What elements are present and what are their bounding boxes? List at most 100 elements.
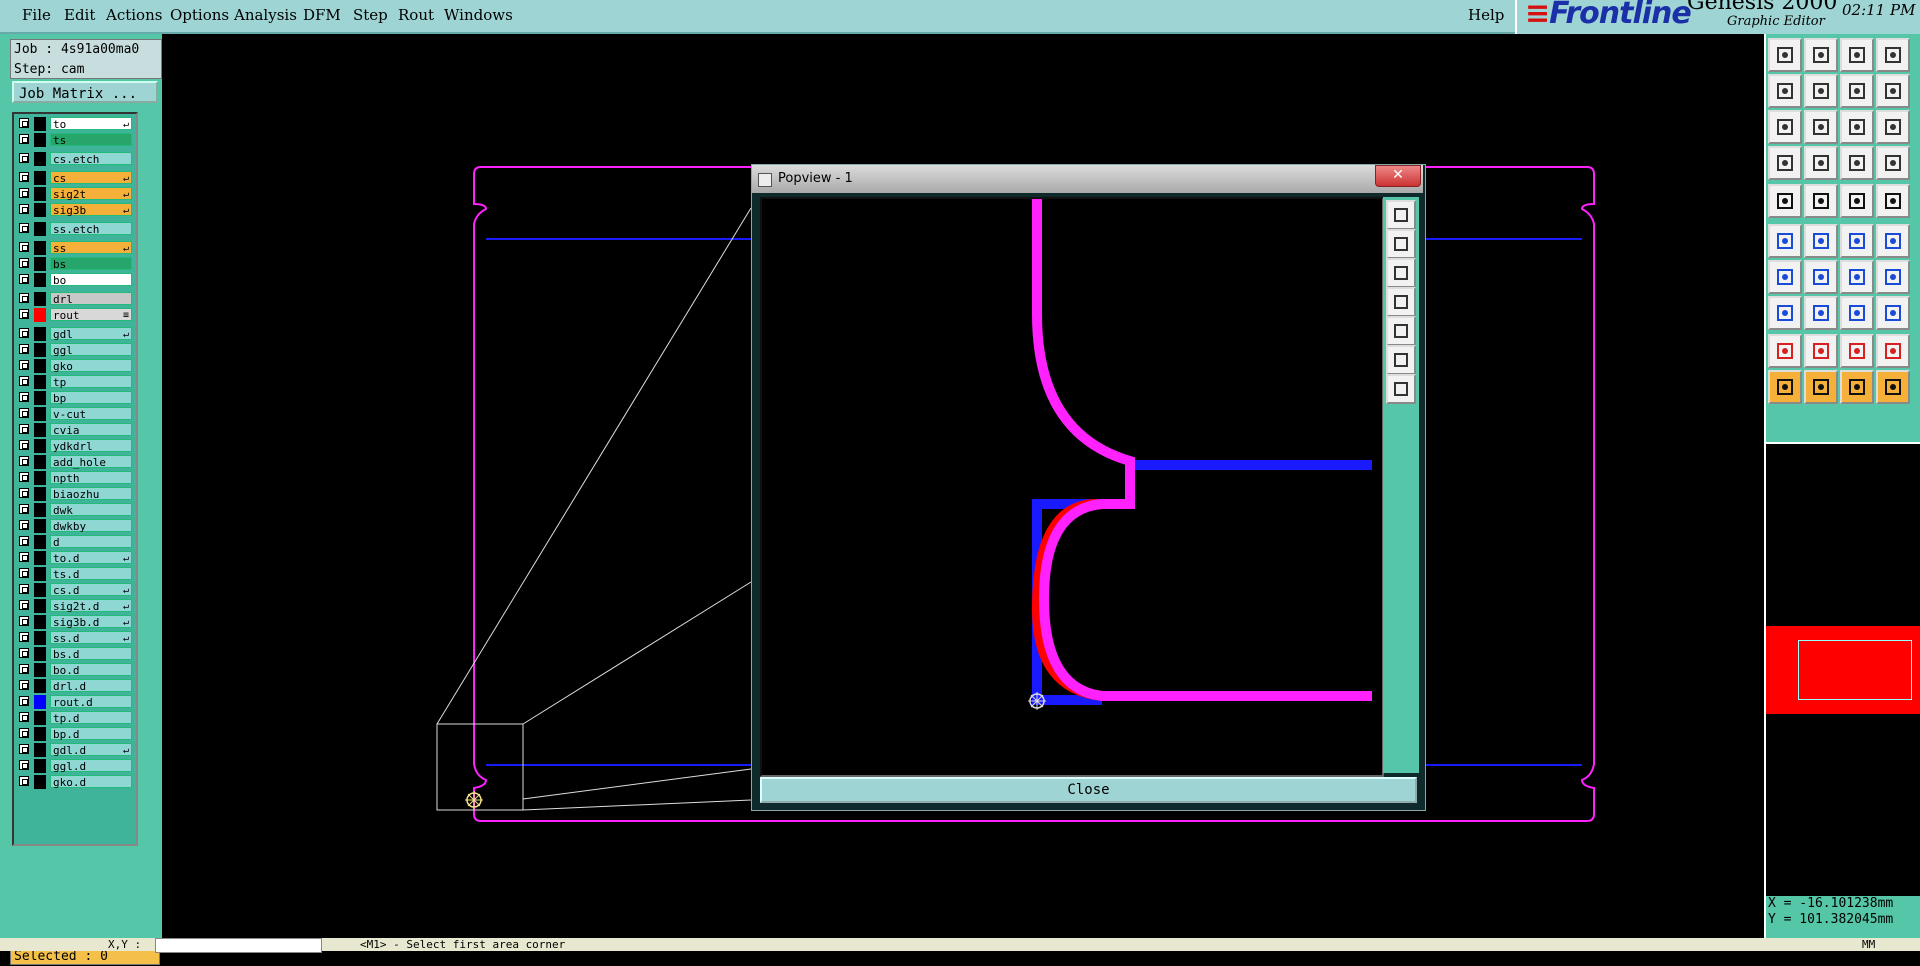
layer-row[interactable]: ydkdrl [16, 439, 134, 453]
layer-checkbox[interactable] [19, 696, 29, 706]
delete-icon[interactable] [1804, 224, 1838, 258]
layer-name[interactable]: sig3b ↵ [50, 203, 132, 217]
layer-name[interactable]: ss.d ↵ [50, 631, 132, 645]
pin-icon[interactable] [1804, 146, 1838, 180]
layer-color-swatch[interactable] [34, 133, 46, 147]
fit-icon[interactable] [1386, 345, 1416, 375]
layer-row[interactable]: ggl [16, 343, 134, 357]
layer-color-swatch[interactable] [34, 273, 46, 287]
layer-row[interactable]: ts.d [16, 567, 134, 581]
layer-row[interactable]: bs.d [16, 647, 134, 661]
layer-color-swatch[interactable] [34, 117, 46, 131]
layer-checkbox[interactable] [19, 600, 29, 610]
open-job-icon[interactable] [1768, 38, 1802, 72]
layer-name[interactable]: drl [50, 292, 132, 306]
help-icon[interactable] [1876, 110, 1910, 144]
layer-name[interactable]: ss.etch [50, 222, 132, 236]
layer-name[interactable]: gko [50, 359, 132, 373]
layer-name[interactable]: dwk [50, 503, 132, 517]
layer-name[interactable]: to.d ↵ [50, 551, 132, 565]
menu-rout[interactable]: Rout [398, 6, 434, 24]
layer-row[interactable]: dwkby [16, 519, 134, 533]
layer-checkbox[interactable] [19, 223, 29, 233]
menu-windows[interactable]: Windows [444, 6, 513, 24]
layer-color-swatch[interactable] [34, 292, 46, 306]
layer-row[interactable]: drl [16, 292, 134, 306]
layer-row[interactable]: ggl.d [16, 759, 134, 773]
layer-checkbox[interactable] [19, 712, 29, 722]
popview-canvas[interactable] [760, 197, 1384, 777]
layer-checkbox[interactable] [19, 424, 29, 434]
layer-row[interactable]: rout.d [16, 695, 134, 709]
grid-icon[interactable] [1840, 146, 1874, 180]
dash-icon[interactable] [1804, 296, 1838, 330]
layer-name[interactable]: bs [50, 257, 132, 271]
layer-name[interactable]: d [50, 535, 132, 549]
layer-row[interactable]: gdl ↵ [16, 327, 134, 341]
layer-name[interactable]: cs.etch [50, 152, 132, 166]
layer-row[interactable]: cs.etch [16, 152, 134, 166]
layer-row[interactable]: bp [16, 391, 134, 405]
layer-checkbox[interactable] [19, 188, 29, 198]
select-alt-icon[interactable] [1804, 370, 1838, 404]
layer-checkbox[interactable] [19, 408, 29, 418]
layer-name[interactable]: sig2t.d ↵ [50, 599, 132, 613]
close-button[interactable]: Close [760, 777, 1417, 803]
menu-options[interactable]: Options [170, 6, 229, 24]
layer-color-swatch[interactable] [34, 775, 46, 789]
layer-name[interactable]: gko.d [50, 775, 132, 789]
layer-checkbox[interactable] [19, 568, 29, 578]
layer-color-swatch[interactable] [34, 519, 46, 533]
move-icon[interactable] [1876, 224, 1910, 258]
layer-row[interactable]: gko.d [16, 775, 134, 789]
layer-color-swatch[interactable] [34, 583, 46, 597]
layer-checkbox[interactable] [19, 680, 29, 690]
layer-checkbox[interactable] [19, 309, 29, 319]
draw-line-icon[interactable] [1768, 260, 1802, 294]
layer-color-swatch[interactable] [34, 599, 46, 613]
circle-icon[interactable] [1876, 184, 1910, 218]
layer-name[interactable]: ss ↵ [50, 241, 132, 255]
layer-color-swatch[interactable] [34, 567, 46, 581]
window-icon[interactable] [1876, 38, 1910, 72]
layer-color-swatch[interactable] [34, 535, 46, 549]
layer-name[interactable]: ggl [50, 343, 132, 357]
layer-color-swatch[interactable] [34, 343, 46, 357]
page-left-icon[interactable] [1386, 287, 1416, 317]
layer-row[interactable]: drl.d [16, 679, 134, 693]
layer-checkbox[interactable] [19, 552, 29, 562]
layer-row[interactable]: rout ≡ [16, 308, 134, 322]
layer-color-swatch[interactable] [34, 327, 46, 341]
layer-checkbox[interactable] [19, 153, 29, 163]
layer-row[interactable]: ss.d ↵ [16, 631, 134, 645]
layer-name[interactable]: drl.d [50, 679, 132, 693]
layer-checkbox[interactable] [19, 664, 29, 674]
zoom-fit-icon[interactable] [1768, 110, 1802, 144]
layer-name[interactable]: ts [50, 133, 132, 147]
layer-name[interactable]: bp [50, 391, 132, 405]
layer-row[interactable]: cs ↵ [16, 171, 134, 185]
layer-color-swatch[interactable] [34, 222, 46, 236]
layer-color-swatch[interactable] [34, 203, 46, 217]
layer-color-swatch[interactable] [34, 257, 46, 271]
layer-color-swatch[interactable] [34, 171, 46, 185]
triangle-mark-icon[interactable] [1876, 334, 1910, 368]
layer-name[interactable]: cs.d ↵ [50, 583, 132, 597]
layer-row[interactable]: sig2t ↵ [16, 187, 134, 201]
draw-arc-icon[interactable] [1804, 260, 1838, 294]
layer-color-swatch[interactable] [34, 615, 46, 629]
menu-analysis[interactable]: Analysis [234, 6, 297, 24]
layer-row[interactable]: gko [16, 359, 134, 373]
layer-checkbox[interactable] [19, 536, 29, 546]
layer-row[interactable]: cvia [16, 423, 134, 437]
layer-color-swatch[interactable] [34, 695, 46, 709]
menu-edit[interactable]: Edit [64, 6, 95, 24]
layer-color-swatch[interactable] [34, 487, 46, 501]
select-icon[interactable] [1768, 370, 1802, 404]
layer-color-swatch[interactable] [34, 423, 46, 437]
layer-row[interactable]: d [16, 535, 134, 549]
layer-checkbox[interactable] [19, 632, 29, 642]
layer-checkbox[interactable] [19, 504, 29, 514]
triangle-icon[interactable] [1768, 334, 1802, 368]
layer-name[interactable]: add_hole [50, 455, 132, 469]
